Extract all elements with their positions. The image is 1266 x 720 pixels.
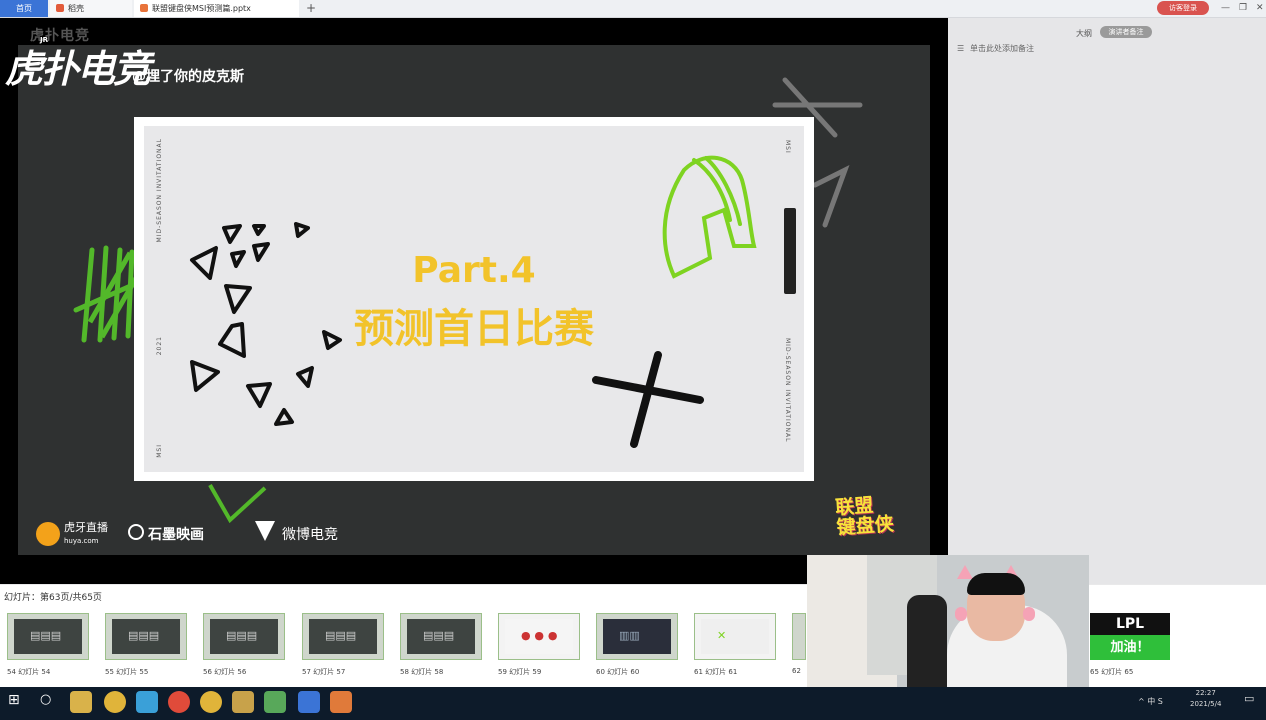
slide-thumbnail[interactable]: ✕ [694, 613, 776, 660]
thumb-title: 幻灯片 57 [313, 668, 346, 676]
shimo-logo-text: 石墨映画 [148, 527, 204, 543]
slide-thumbnail[interactable]: ● ● ● [498, 613, 580, 660]
logo-jr-mark: JR [40, 36, 48, 44]
new-tab-button[interactable]: + [306, 0, 316, 17]
shimo-logo-icon [128, 524, 144, 540]
thumb-label: 62 [792, 667, 801, 675]
thumb-num: 57 [302, 668, 311, 676]
headphone-left [955, 607, 967, 621]
search-icon[interactable]: ○ [40, 692, 51, 707]
headphone-right [1023, 607, 1035, 621]
slide-thumbnail[interactable]: ▤▤▤ [105, 613, 187, 660]
app-icon[interactable] [200, 691, 222, 713]
clock-time: 22:27 [1195, 689, 1216, 697]
slide-thumbnail[interactable] [792, 613, 806, 660]
thumb-title: 幻灯片 54 [18, 668, 51, 676]
app-icon[interactable] [232, 691, 254, 713]
thumb-label: 65 幻灯片 65 [1090, 667, 1133, 677]
slide-counter: 幻灯片：第63页/共65页 [4, 593, 102, 603]
cheer-text: 加油！ [1090, 635, 1170, 660]
hupu-esports-logo: 虎扑电竞 [5, 47, 151, 91]
outline-tab[interactable]: 大纲 [1076, 28, 1092, 39]
windows-start-icon[interactable]: ⊞ [8, 692, 20, 708]
slide-subtitle: 预测首日比赛 [354, 306, 594, 352]
slide-msi-text-right: MSI [784, 140, 791, 154]
cat-ear-left [957, 565, 973, 579]
close-icon[interactable]: ✕ [1256, 0, 1264, 17]
current-slide[interactable]: MID-SEASON INVITATIONAL 2021 MSI MSI MID… [134, 117, 814, 481]
thumb-title: 幻灯片 60 [607, 668, 640, 676]
streamer-hair [967, 573, 1025, 595]
thumb-num: 58 [400, 668, 409, 676]
thumb-label: 61 幻灯片 61 [694, 667, 737, 677]
taskbar-clock[interactable]: 22:27 2021/5/4 [1190, 688, 1221, 710]
tab-pptx[interactable]: 联盟键盘侠MSI预测篇.pptx [134, 0, 299, 17]
maximize-icon[interactable]: ❐ [1239, 0, 1247, 17]
huya-logo-icon [36, 522, 60, 546]
slide-thumbnail[interactable]: ▤▤▤ [302, 613, 384, 660]
black-cross-doodle [592, 351, 704, 448]
slide-side-text-left: MID-SEASON INVITATIONAL [156, 138, 163, 243]
thumb-num: 59 [498, 668, 507, 676]
notes-placeholder[interactable]: 单击此处添加备注 [970, 43, 1034, 54]
thumb-title: 幻灯片 65 [1101, 668, 1134, 676]
thumb-label: 54 幻灯片 54 [7, 667, 50, 677]
ppt-icon [140, 4, 148, 12]
weibo-esports-icon [255, 521, 275, 541]
wps-presentation-icon[interactable] [330, 691, 352, 713]
thumb-label: 60 幻灯片 60 [596, 667, 639, 677]
notes-pane [950, 18, 1266, 584]
thumb-num: 54 [7, 668, 16, 676]
thumb-label: 57 幻灯片 57 [302, 667, 345, 677]
tab-docer-label: 稻壳 [68, 4, 84, 13]
streamer-handle: @埋了你的皮克斯 [132, 69, 244, 85]
presenter-notes-button[interactable]: 演讲者备注 [1100, 26, 1152, 38]
clock-date: 2021/5/4 [1190, 700, 1222, 708]
huya-label: 虎牙直播 [64, 521, 108, 534]
huya-logo-text: 虎牙直播 huya.com [64, 522, 108, 547]
login-button[interactable]: 访客登录 [1157, 1, 1209, 15]
thumb-num: 55 [105, 668, 114, 676]
thumb-title: 幻灯片 61 [705, 668, 738, 676]
tab-docer[interactable]: 稻壳 [50, 0, 132, 17]
thumb-label: 55 幻灯片 55 [105, 667, 148, 677]
app-icon[interactable] [104, 691, 126, 713]
thumb-num: 62 [792, 667, 801, 675]
slide-msi-text-left: MSI [156, 444, 163, 458]
slide-thumbnail[interactable]: ▥▥ [596, 613, 678, 660]
thumb-title: 幻灯片 58 [411, 668, 444, 676]
lpl-text: LPL [1115, 616, 1145, 632]
slide-thumbnail[interactable]: ▤▤▤ [7, 613, 89, 660]
show-logo: 联盟 键盘侠 [834, 494, 895, 539]
thumb-title: 幻灯片 56 [214, 668, 247, 676]
chrome-icon[interactable] [168, 691, 190, 713]
thumb-num: 60 [596, 668, 605, 676]
thumb-title: 幻灯片 59 [509, 668, 542, 676]
slide-thumbnail[interactable]: ▤▤▤ [400, 613, 482, 660]
notification-icon[interactable]: ▭ [1244, 692, 1254, 705]
tab-home[interactable]: 首页 [0, 0, 48, 17]
thumb-num: 61 [694, 668, 703, 676]
thumb-label: 59 幻灯片 59 [498, 667, 541, 677]
thumb-label: 56 幻灯片 56 [203, 667, 246, 677]
system-tray[interactable]: ^ 中 S [1138, 696, 1163, 707]
app-icon[interactable] [136, 691, 158, 713]
thumb-num: 65 [1090, 668, 1099, 676]
notes-list-icon: ☰ [957, 44, 965, 53]
app-icon[interactable] [264, 691, 286, 713]
docer-icon [56, 4, 64, 12]
lpl-cheer-thumbnail[interactable]: LPL 加油！ [1090, 613, 1170, 660]
wps-writer-icon[interactable] [298, 691, 320, 713]
slide-title: Part.4 [412, 250, 536, 291]
thumb-label: 58 幻灯片 58 [400, 667, 443, 677]
thumb-num: 56 [203, 668, 212, 676]
slide-thumbnail[interactable]: ▤▤▤ [203, 613, 285, 660]
huya-url: huya.com [64, 537, 99, 545]
file-explorer-icon[interactable] [70, 691, 92, 713]
tab-pptx-label: 联盟键盘侠MSI预测篇.pptx [152, 4, 251, 13]
slide-canvas: MID-SEASON INVITATIONAL 2021 MSI MSI MID… [144, 126, 804, 472]
weibo-esports-text: 微博电竞 [282, 527, 338, 543]
minimize-icon[interactable]: — [1221, 0, 1230, 17]
thumb-title: 幻灯片 55 [116, 668, 149, 676]
